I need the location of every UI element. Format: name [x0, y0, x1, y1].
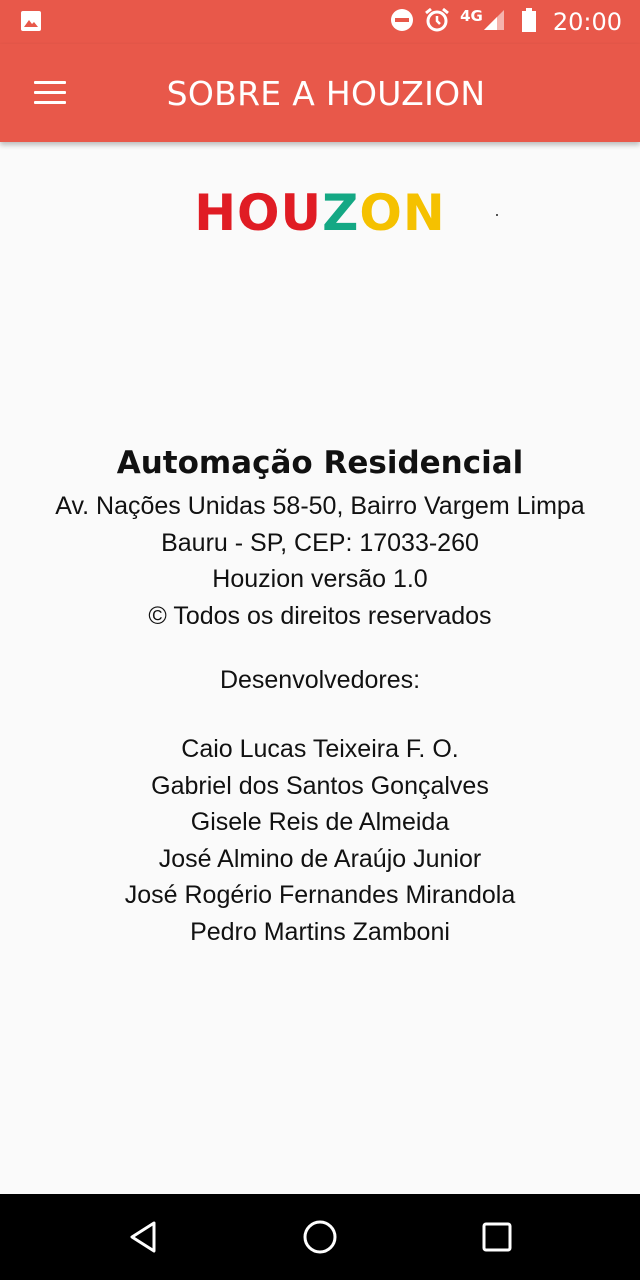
- status-bar: 4G 20:00: [0, 0, 640, 44]
- alarm-icon: [424, 7, 450, 38]
- developers-list: Caio Lucas Teixeira F. O. Gabriel dos Sa…: [0, 731, 640, 950]
- developer-name: Caio Lucas Teixeira F. O.: [181, 735, 459, 763]
- copyright: © Todos os direitos reservados: [148, 601, 492, 630]
- logo-dot: [496, 214, 498, 216]
- app-bar: SOBRE A HOUZION: [0, 44, 640, 142]
- developer-name: José Rogério Fernandes Mirandola: [124, 881, 516, 909]
- do-not-disturb-icon: [390, 8, 414, 37]
- about-heading: Automação Residencial: [116, 445, 524, 481]
- image-notification-icon: [20, 10, 42, 37]
- home-icon[interactable]: [295, 1212, 345, 1262]
- clock: 20:00: [552, 8, 622, 36]
- network-type: 4G: [460, 7, 483, 25]
- signal-icon: [483, 9, 505, 36]
- houzion-logo: HOUZON: [194, 184, 446, 242]
- back-icon[interactable]: [118, 1212, 168, 1262]
- developer-name: Pedro Martins Zamboni: [190, 917, 450, 946]
- developer-name: Gisele Reis de Almeida: [190, 808, 450, 836]
- app-version: Houzion versão 1.0: [212, 565, 428, 593]
- page-title: SOBRE A HOUZION: [166, 74, 486, 113]
- navigation-bar: [0, 1194, 640, 1280]
- recents-icon[interactable]: [472, 1212, 522, 1262]
- developers-label: Desenvolvedores:: [219, 666, 421, 694]
- address-line-2: Bauru - SP, CEP: 17033-260: [161, 528, 479, 557]
- address-line-1: Av. Nações Unidas 58-50, Bairro Vargem L…: [55, 492, 585, 520]
- developer-name: Gabriel dos Santos Gonçalves: [151, 771, 489, 800]
- company-info: Av. Nações Unidas 58-50, Bairro Vargem L…: [0, 488, 640, 634]
- developer-name: José Almino de Araújo Junior: [158, 844, 482, 873]
- battery-icon: [521, 7, 537, 38]
